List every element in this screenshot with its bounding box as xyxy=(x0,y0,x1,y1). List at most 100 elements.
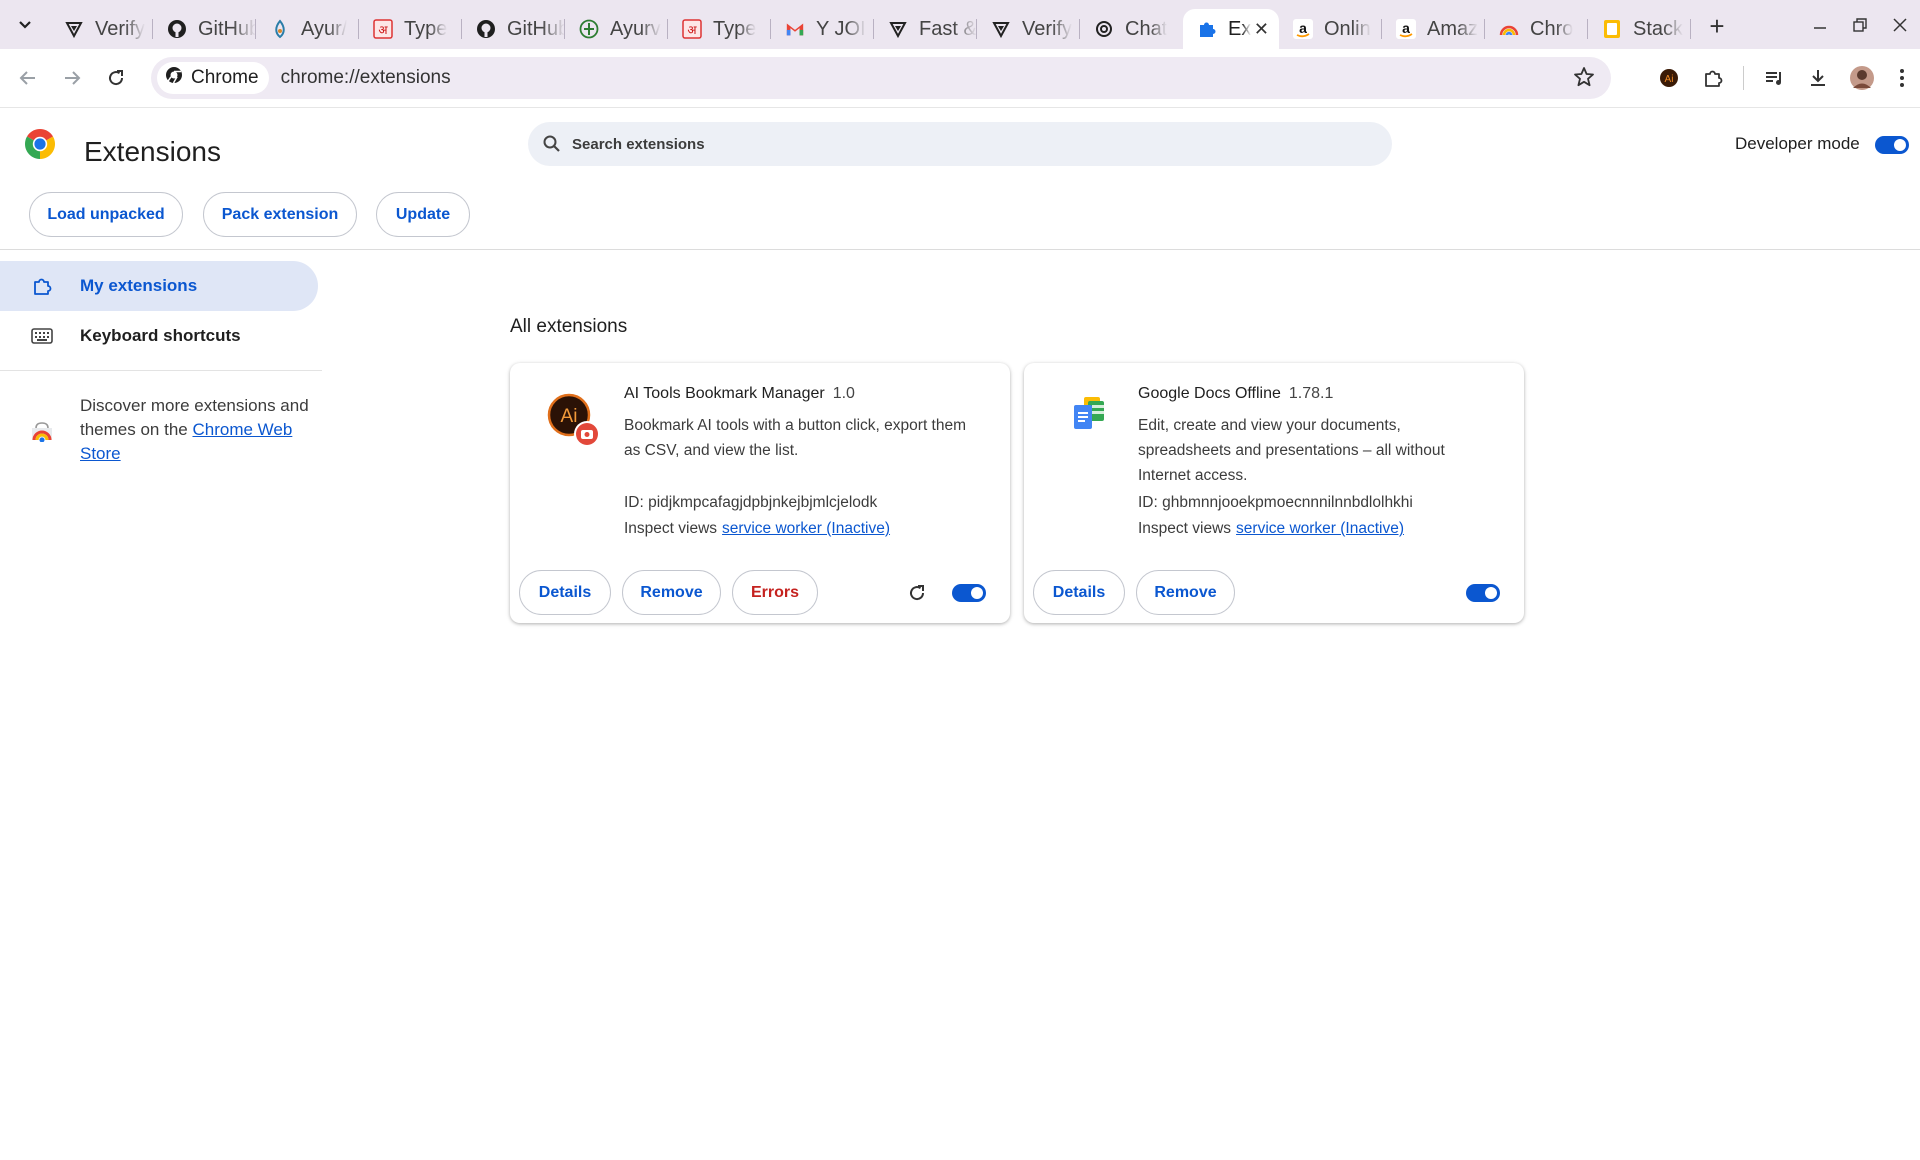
close-icon xyxy=(1893,17,1907,32)
url-text: chrome://extensions xyxy=(280,67,451,88)
tab[interactable]: Y JOI xyxy=(771,9,874,49)
tab-title: Chat xyxy=(1125,17,1168,40)
tab-active[interactable]: Ex ✕ xyxy=(1183,9,1279,49)
update-button[interactable]: Update xyxy=(376,192,470,237)
extension-description: Bookmark AI tools with a button click, e… xyxy=(624,417,967,459)
bookmark-star-icon[interactable] xyxy=(1573,66,1595,93)
load-unpacked-button[interactable]: Load unpacked xyxy=(29,192,183,237)
search-icon xyxy=(542,134,562,154)
tab[interactable]: Ayur/ xyxy=(256,9,359,49)
page-title: Extensions xyxy=(84,136,221,167)
tab[interactable]: अ Type xyxy=(359,9,462,49)
extension-id: ID: pidjkmpcafagjdpbjnkejbjmlcjelodk xyxy=(624,494,878,511)
tab[interactable]: a Amaz xyxy=(1382,9,1485,49)
chrome-menu-button[interactable] xyxy=(1884,57,1920,99)
ai-extension-icon: Ai xyxy=(1660,69,1678,87)
vercel-icon xyxy=(991,19,1011,39)
back-button[interactable] xyxy=(8,58,48,98)
tab-list: Verify GitHub Ayur/ अ Type GitHub Ayurv अ… xyxy=(50,0,1691,49)
inspect-views-label: Inspect views xyxy=(624,520,718,537)
tab[interactable]: Verify xyxy=(977,9,1080,49)
tab[interactable]: GitHub xyxy=(462,9,565,49)
tab[interactable]: a Onlin xyxy=(1279,9,1382,49)
tab-title: Type xyxy=(404,17,448,40)
details-button[interactable]: Details xyxy=(1033,570,1125,615)
downloads-button[interactable] xyxy=(1796,57,1840,99)
developer-mode-toggle[interactable] xyxy=(1875,136,1909,154)
discover-more-text: Discover more extensions and themes on t… xyxy=(80,394,310,466)
tab-title: Type xyxy=(713,17,757,40)
restore-button[interactable] xyxy=(1840,5,1880,45)
tab[interactable]: अ Type xyxy=(668,9,771,49)
tab[interactable]: Ayurv xyxy=(565,9,668,49)
service-worker-link[interactable]: service worker (Inactive) xyxy=(1236,520,1404,537)
close-window-button[interactable] xyxy=(1880,5,1920,45)
rainbow-icon xyxy=(1499,19,1519,39)
tab[interactable]: Chat xyxy=(1080,9,1183,49)
tab[interactable]: GitHub xyxy=(153,9,256,49)
media-controls-button[interactable] xyxy=(1752,57,1796,99)
sidebar-item-my-extensions[interactable]: My extensions xyxy=(0,261,318,311)
tab[interactable]: Fast & xyxy=(874,9,977,49)
new-tab-button[interactable]: + xyxy=(1699,9,1735,45)
sidebar-item-keyboard-shortcuts[interactable]: Keyboard shortcuts xyxy=(0,311,318,361)
forward-arrow-icon xyxy=(65,71,81,85)
reload-icon xyxy=(109,70,124,86)
vercel-icon xyxy=(888,19,908,39)
remove-button[interactable]: Remove xyxy=(622,570,721,615)
tab[interactable]: Stack xyxy=(1588,9,1691,49)
svg-text:a: a xyxy=(1402,20,1410,36)
tab-title: Ayurv xyxy=(610,17,661,40)
minimize-button[interactable] xyxy=(1800,5,1840,45)
ai-tools-extension-button[interactable]: Ai xyxy=(1647,57,1691,99)
errors-button[interactable]: Errors xyxy=(732,570,818,615)
tab-title: Amaz xyxy=(1427,17,1479,40)
download-icon xyxy=(1811,70,1825,86)
extension-name: Google Docs Offline xyxy=(1138,385,1281,402)
tab-search-button[interactable] xyxy=(8,8,42,42)
tab-title: Ayur/ xyxy=(301,17,348,40)
toggle-knob xyxy=(1894,139,1906,151)
extension-description: Edit, create and view your documents, sp… xyxy=(1138,417,1445,484)
tab-title: Onlin xyxy=(1324,17,1371,40)
extension-enable-toggle[interactable] xyxy=(952,584,986,602)
extensions-icon xyxy=(0,275,80,297)
reload-button[interactable] xyxy=(96,58,136,98)
tab-title: Y JOI xyxy=(816,17,866,40)
tab-title: GitHub xyxy=(198,17,256,40)
reload-extension-button[interactable] xyxy=(904,580,930,606)
github-icon xyxy=(476,19,496,39)
close-tab-icon[interactable]: ✕ xyxy=(1254,19,1269,40)
amazon-icon: a xyxy=(1293,19,1313,39)
details-button[interactable]: Details xyxy=(519,570,611,615)
tab[interactable]: Verify xyxy=(50,9,153,49)
site-chip[interactable]: Chrome xyxy=(157,62,269,94)
toolbar-actions: Ai xyxy=(1647,57,1920,99)
vercel-icon xyxy=(64,19,84,39)
extensions-menu-button[interactable] xyxy=(1691,57,1735,99)
sidebar-divider xyxy=(0,370,322,371)
search-input[interactable] xyxy=(572,135,1352,153)
profile-button[interactable] xyxy=(1840,57,1884,99)
inspect-views-row: Inspect views service worker (Inactive) xyxy=(624,520,890,538)
tab-strip: Verify GitHub Ayur/ अ Type GitHub Ayurv अ… xyxy=(0,0,1920,49)
svg-text:a: a xyxy=(1299,20,1307,36)
developer-mode-label: Developer mode xyxy=(1735,134,1860,153)
browser-toolbar: Chrome chrome://extensions Ai xyxy=(0,49,1920,108)
search-extensions-box[interactable] xyxy=(528,122,1392,166)
media-queue-icon xyxy=(1766,72,1781,85)
service-worker-link[interactable]: service worker (Inactive) xyxy=(722,520,890,537)
sidebar-item-label: Keyboard shortcuts xyxy=(80,326,241,345)
pack-extension-button[interactable]: Pack extension xyxy=(203,192,357,237)
extension-enable-toggle[interactable] xyxy=(1466,584,1500,602)
plus-icon: + xyxy=(1709,11,1725,41)
tab-title: Verify xyxy=(95,17,146,40)
tab[interactable]: Chro xyxy=(1485,9,1588,49)
extension-version: 1.78.1 xyxy=(1288,385,1334,402)
remove-button[interactable]: Remove xyxy=(1136,570,1235,615)
address-bar[interactable]: Chrome chrome://extensions xyxy=(151,57,1611,99)
toolbar-divider xyxy=(1743,66,1744,90)
forward-button[interactable] xyxy=(52,58,92,98)
leaf-icon xyxy=(579,19,599,39)
extension-name-row: AI Tools Bookmark Manager 1.0 xyxy=(624,385,855,403)
